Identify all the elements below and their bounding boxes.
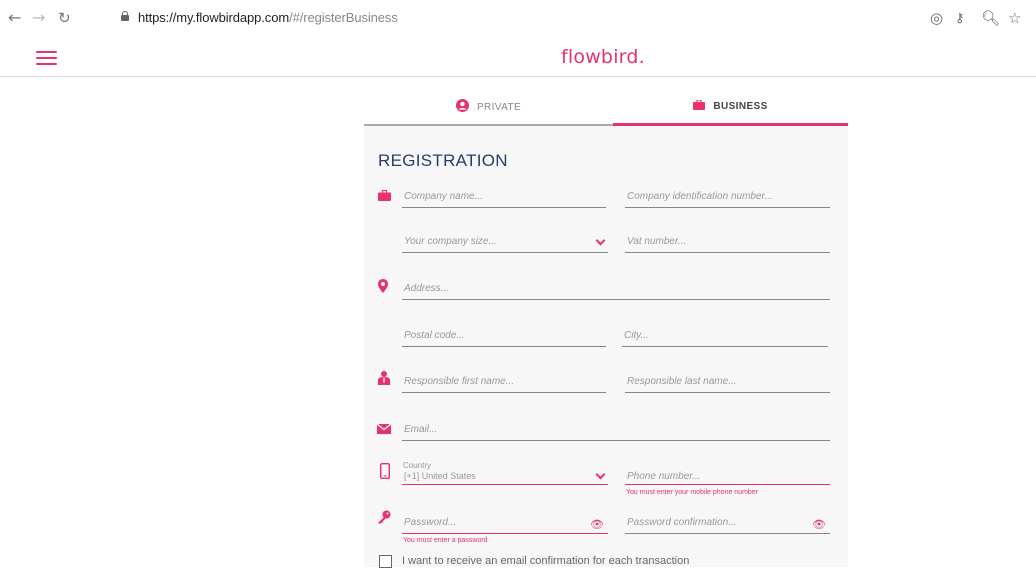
vat-number-input[interactable]: Vat number...: [625, 235, 830, 253]
postal-code-input[interactable]: Postal code...: [402, 329, 606, 347]
location-pin-icon: [378, 279, 388, 298]
first-name-placeholder: Responsible first name...: [404, 376, 515, 387]
reload-icon[interactable]: ↻: [58, 9, 71, 27]
url-host: https://my.flowbirdapp.com: [138, 10, 290, 25]
password-confirmation-input[interactable]: Password confirmation... 👁︎: [625, 516, 830, 534]
company-id-input[interactable]: Company identification number...: [625, 190, 830, 208]
postal-code-placeholder: Postal code...: [404, 330, 465, 341]
company-name-input[interactable]: Company name...: [402, 190, 606, 208]
address-placeholder: Address...: [404, 283, 450, 294]
company-name-placeholder: Company name...: [404, 191, 483, 202]
lock-icon: [121, 11, 129, 21]
password-input[interactable]: Password... 👁︎: [402, 516, 608, 534]
tab-business-label: BUSINESS: [713, 101, 768, 112]
hide-password-icon[interactable]: 👁︎: [590, 518, 604, 531]
company-id-placeholder: Company identification number...: [627, 191, 773, 202]
phone-number-input[interactable]: Phone number...: [625, 467, 830, 485]
last-name-placeholder: Responsible last name...: [627, 376, 737, 387]
logo-dot: .: [638, 46, 645, 68]
email-confirmation-label: I want to receive an email confirmation …: [402, 555, 690, 567]
app-header: flowbird.: [0, 38, 1036, 77]
logo-text: flowbird: [561, 46, 639, 68]
back-icon[interactable]: ←: [8, 9, 21, 27]
zoom-icon[interactable]: 🔍︎: [981, 9, 1000, 27]
password-placeholder: Password...: [404, 517, 457, 528]
city-placeholder: City...: [624, 330, 649, 341]
last-name-input[interactable]: Responsible last name...: [625, 375, 830, 393]
key-icon[interactable]: ⚷: [955, 10, 965, 28]
company-size-select[interactable]: Your company size...: [402, 235, 608, 253]
browser-toolbar: ← → ↻ https://my.flowbirdapp.com/#/regis…: [0, 0, 1036, 38]
person-icon: [378, 371, 390, 390]
envelope-icon: [376, 421, 392, 439]
country-value: [+1] United States: [404, 471, 476, 481]
vat-number-placeholder: Vat number...: [627, 236, 687, 247]
forward-icon[interactable]: →: [32, 9, 45, 27]
first-name-input[interactable]: Responsible first name...: [402, 375, 606, 393]
hide-password-icon[interactable]: 👁︎: [812, 518, 826, 531]
location-icon[interactable]: ◎: [930, 9, 943, 27]
password-error-message: You must enter a password: [403, 537, 488, 544]
tab-private-label: PRIVATE: [476, 101, 522, 113]
country-select[interactable]: [+1] United States: [402, 467, 608, 485]
flowbird-logo[interactable]: flowbird.: [561, 46, 645, 68]
chevron-down-icon: [595, 469, 606, 480]
phone-error-message: You must enter your mobile phone number: [626, 489, 759, 496]
email-confirmation-checkbox[interactable]: [379, 555, 392, 568]
account-type-tabs: PRIVATE BUSINESS: [364, 90, 848, 126]
email-input[interactable]: Email...: [402, 423, 830, 441]
password-confirmation-placeholder: Password confirmation...: [627, 517, 737, 528]
tab-private[interactable]: PRIVATE: [364, 90, 613, 126]
menu-icon[interactable]: [36, 51, 57, 65]
briefcase-icon: [693, 99, 706, 113]
address-bar[interactable]: https://my.flowbirdapp.com/#/registerBus…: [138, 10, 398, 25]
address-input[interactable]: Address...: [402, 282, 830, 300]
page-title: REGISTRATION: [378, 151, 508, 170]
key-icon: [377, 510, 391, 529]
mobile-phone-icon: [379, 462, 391, 484]
briefcase-icon: [378, 188, 391, 206]
tab-business[interactable]: BUSINESS: [613, 90, 848, 126]
company-size-placeholder: Your company size...: [404, 236, 497, 247]
star-icon[interactable]: ☆: [1008, 9, 1021, 27]
chevron-down-icon: [595, 235, 606, 246]
email-placeholder: Email...: [404, 424, 438, 435]
user-icon: [455, 99, 469, 115]
url-path: /#/registerBusiness: [289, 10, 398, 25]
city-input[interactable]: City...: [622, 329, 828, 347]
phone-number-placeholder: Phone number...: [627, 471, 701, 482]
